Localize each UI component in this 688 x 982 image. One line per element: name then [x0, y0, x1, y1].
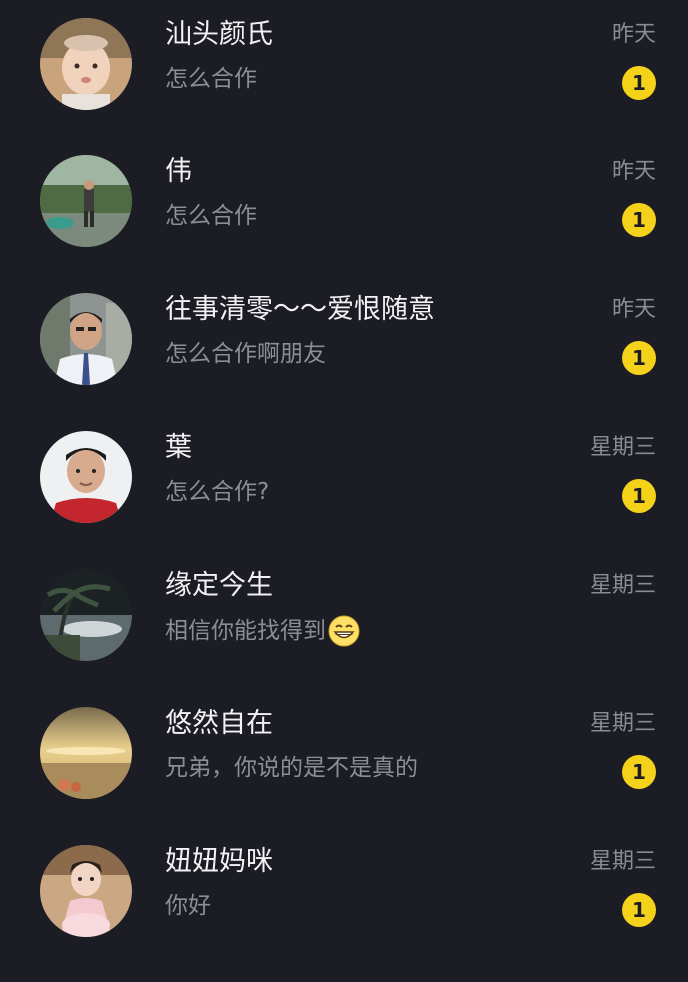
chat-name: 汕头颜氏: [165, 19, 273, 50]
avatar[interactable]: [40, 569, 132, 661]
chat-row-3[interactable]: 葉 怎么合作? 星期三 1: [0, 431, 688, 568]
chat-preview: 怎么合作: [165, 66, 257, 92]
chat-list: 汕头颜氏 怎么合作 昨天 1 伟 怎么合作 昨天 1 往事清零～～爱恨随意 怎么…: [0, 0, 688, 946]
chat-row-4[interactable]: 缘定今生 相信你能找得到 星期三: [0, 569, 688, 706]
chat-name: 葉: [165, 432, 192, 463]
chat-row-5[interactable]: 悠然自在 兄弟，你说的是不是真的 星期三 1: [0, 707, 688, 844]
unread-badge: 1: [622, 755, 656, 789]
chat-name: 妞妞妈咪: [165, 846, 273, 877]
unread-badge: 1: [622, 479, 656, 513]
chat-name: 悠然自在: [165, 708, 273, 739]
chat-row-0[interactable]: 汕头颜氏 怎么合作 昨天 1: [0, 18, 688, 155]
chat-preview: 怎么合作啊朋友: [165, 341, 326, 367]
unread-badge: 1: [622, 893, 656, 927]
grinning-face-emoji: [328, 615, 360, 647]
avatar[interactable]: [40, 293, 132, 385]
chat-row-1[interactable]: 伟 怎么合作 昨天 1: [0, 155, 688, 292]
chat-time: 昨天: [611, 22, 656, 47]
chat-name: 缘定今生: [165, 570, 273, 601]
chat-time: 星期三: [589, 711, 656, 736]
chat-time: 星期三: [589, 573, 656, 598]
chat-row-6[interactable]: 妞妞妈咪 你好 星期三 1: [0, 845, 688, 982]
avatar[interactable]: [40, 18, 132, 110]
avatar[interactable]: [40, 707, 132, 799]
unread-badge: 1: [622, 341, 656, 375]
chat-preview: 兄弟，你说的是不是真的: [165, 755, 418, 781]
chat-time: 星期三: [589, 435, 656, 460]
unread-badge: 1: [622, 203, 656, 237]
chat-time: 昨天: [611, 159, 656, 184]
chat-preview: 怎么合作?: [165, 479, 270, 505]
avatar[interactable]: [40, 155, 132, 247]
avatar[interactable]: [40, 431, 132, 523]
chat-name: 往事清零～～爱恨随意: [165, 294, 435, 325]
chat-time: 星期三: [589, 849, 656, 874]
chat-preview: 你好: [165, 893, 211, 919]
unread-badge: 1: [622, 66, 656, 100]
avatar[interactable]: [40, 845, 132, 937]
chat-name: 伟: [165, 156, 192, 187]
chat-time: 昨天: [611, 297, 656, 322]
chat-preview: 相信你能找得到: [165, 615, 360, 647]
chat-row-2[interactable]: 往事清零～～爱恨随意 怎么合作啊朋友 昨天 1: [0, 293, 688, 430]
chat-preview: 怎么合作: [165, 203, 257, 229]
